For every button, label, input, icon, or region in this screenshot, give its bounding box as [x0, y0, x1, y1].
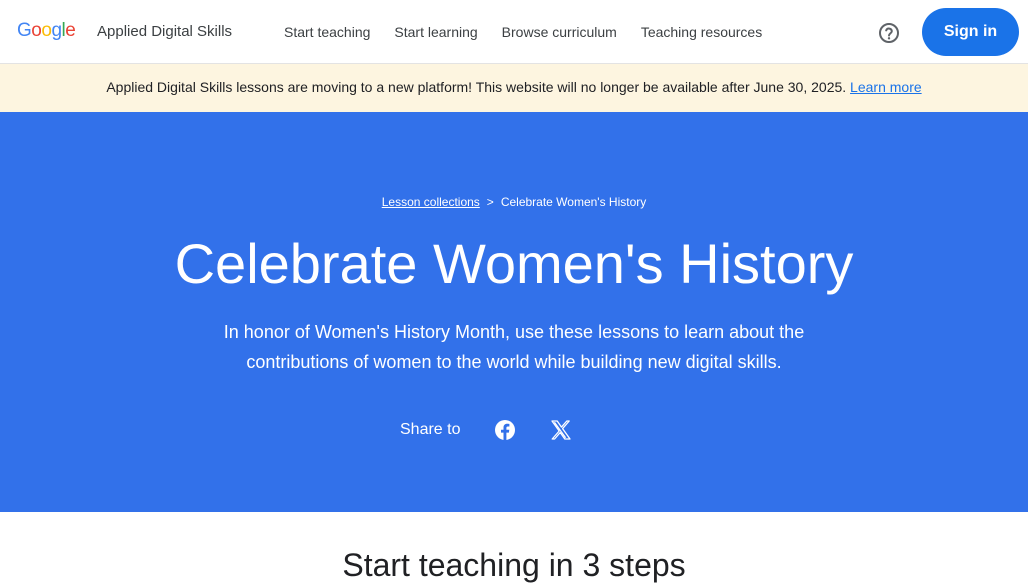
x-icon[interactable]: [549, 418, 573, 442]
top-header: Google Applied Digital Skills Start teac…: [0, 0, 1028, 64]
hero-section: Lesson collections > Celebrate Women's His…: [0, 112, 1028, 512]
announcement-banner: Applied Digital Skills lessons are movin…: [0, 64, 1028, 112]
help-icon[interactable]: [877, 21, 901, 45]
logo-letter: o: [41, 20, 52, 41]
nav-teaching-resources[interactable]: Teaching resources: [641, 22, 762, 42]
nav-start-learning[interactable]: Start learning: [394, 22, 477, 42]
nav-browse-curriculum[interactable]: Browse curriculum: [502, 22, 617, 42]
facebook-icon[interactable]: [493, 418, 517, 442]
banner-message: Applied Digital Skills lessons are movin…: [106, 79, 847, 95]
share-label: Share to: [400, 421, 461, 438]
share-row: Share to: [400, 416, 573, 444]
product-name-link[interactable]: Applied Digital Skills: [97, 22, 232, 42]
google-logo[interactable]: Google: [17, 19, 76, 43]
breadcrumb: Lesson collections > Celebrate Women's His…: [0, 194, 1028, 210]
learn-more-link[interactable]: Learn more: [850, 79, 922, 95]
main-nav: Start teaching Start learning Browse cur…: [284, 22, 786, 42]
breadcrumb-separator: >: [486, 195, 494, 209]
section-title: Start teaching in 3 steps: [342, 547, 686, 583]
breadcrumb-current: Celebrate Women's History: [500, 195, 647, 209]
breadcrumb-lesson-collections[interactable]: Lesson collections: [382, 195, 480, 209]
logo-letter: g: [51, 20, 62, 41]
sign-in-button[interactable]: Sign in: [922, 8, 1019, 56]
logo-letter: o: [31, 20, 42, 41]
page-title: Celebrate Women's History: [174, 232, 854, 295]
nav-start-teaching[interactable]: Start teaching: [284, 22, 370, 42]
logo-letter: e: [65, 20, 76, 41]
logo-letter: G: [17, 20, 32, 41]
page-description: In honor of Women's History Month, use t…: [223, 322, 805, 372]
